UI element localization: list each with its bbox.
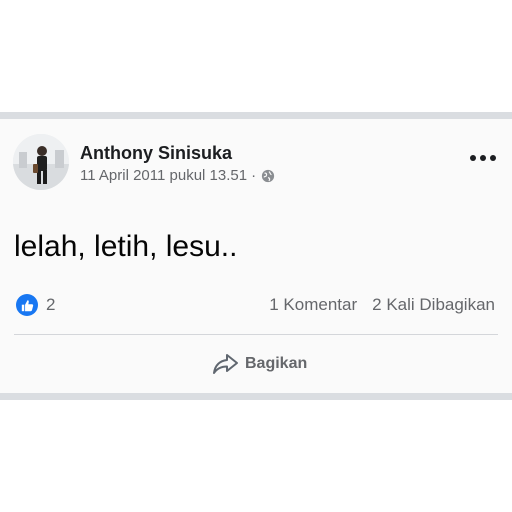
comment-count-link[interactable]: 1 Komentar: [269, 295, 357, 315]
share-button[interactable]: Bagikan: [205, 350, 313, 378]
meta-separator: ·: [251, 167, 257, 184]
feed-separator-bottom: [0, 393, 512, 400]
avatar-photo: [13, 134, 69, 190]
post-timestamp[interactable]: 11 April 2011 pukul 13.51: [80, 167, 247, 184]
author-name[interactable]: Anthony Sinisuka: [80, 143, 232, 164]
thumbs-up-glyph: [21, 299, 33, 311]
more-dot: [490, 155, 496, 161]
share-button-label: Bagikan: [245, 355, 308, 372]
post-meta: 11 April 2011 pukul 13.51 ·: [80, 167, 275, 184]
engagement-stats: 1 Komentar 2 Kali Dibagikan: [269, 295, 495, 315]
globe-icon[interactable]: [261, 169, 275, 183]
more-dot: [470, 155, 476, 161]
feed-separator-top: [0, 112, 512, 119]
author-avatar[interactable]: [13, 134, 69, 190]
like-icon: [16, 294, 38, 316]
more-dot: [480, 155, 486, 161]
reactions-summary[interactable]: 2: [16, 294, 55, 316]
share-count-link[interactable]: 2 Kali Dibagikan: [372, 295, 495, 315]
post-text: lelah, letih, lesu..: [14, 230, 238, 263]
reaction-count: 2: [46, 295, 56, 314]
action-bar-divider: [14, 334, 498, 335]
more-options-icon[interactable]: [470, 150, 496, 166]
share-arrow-icon: [213, 354, 238, 374]
